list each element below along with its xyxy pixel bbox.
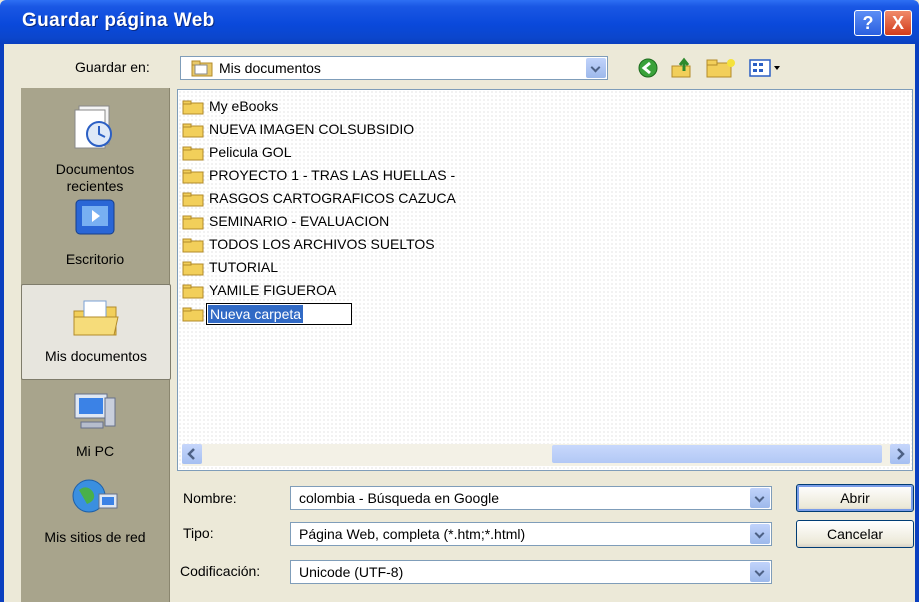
rename-selected-text: Nueva carpeta — [208, 305, 304, 323]
chevron-down-icon[interactable] — [750, 562, 770, 582]
folder-icon — [182, 100, 204, 115]
folder-name: My eBooks — [209, 98, 279, 114]
folder-name: RASGOS CARTOGRAFICOS CAZUCA — [209, 190, 456, 206]
title-bar[interactable]: Guardar página Web ? X — [0, 0, 919, 44]
place-recent-documents[interactable]: Documentos recientes — [21, 102, 169, 195]
folder-icon — [182, 123, 204, 138]
place-label: Mis documentos — [45, 348, 147, 364]
type-select[interactable]: Página Web, completa (*.htm;*.html) — [290, 522, 772, 546]
cancel-button[interactable]: Cancelar — [796, 520, 914, 548]
help-button[interactable]: ? — [854, 10, 882, 36]
folder-icon — [182, 261, 204, 276]
my-documents-icon — [22, 285, 170, 342]
up-folder-icon[interactable] — [670, 57, 692, 79]
name-input[interactable]: colombia - Búsqueda en Google — [290, 486, 772, 510]
my-computer-icon — [21, 388, 169, 437]
place-label: Documentos recientes — [55, 161, 135, 194]
scroll-left-button[interactable] — [182, 444, 202, 464]
place-my-computer[interactable]: Mi PC — [21, 388, 169, 459]
name-label: Nombre: — [183, 490, 237, 506]
save-in-dropdown[interactable]: Mis documentos — [180, 56, 608, 80]
chevron-down-icon[interactable] — [750, 524, 770, 544]
folder-name: TODOS LOS ARCHIVOS SUELTOS — [209, 236, 435, 252]
folder-icon — [182, 307, 204, 322]
window-frame-left — [0, 44, 4, 602]
view-menu-icon[interactable] — [748, 57, 782, 79]
place-network[interactable]: Mis sitios de red — [21, 474, 169, 545]
close-button[interactable]: X — [884, 10, 912, 36]
place-label: Mi PC — [75, 443, 115, 459]
encoding-value: Unicode (UTF-8) — [299, 564, 404, 580]
chevron-left-icon — [187, 448, 195, 460]
network-places-icon — [21, 474, 169, 523]
horizontal-scrollbar[interactable] — [182, 444, 910, 466]
window-frame-right — [915, 44, 919, 602]
save-in-label: Guardar en: — [75, 59, 150, 75]
folder-icon — [182, 284, 204, 299]
folder-icon — [182, 146, 204, 161]
chevron-right-icon — [897, 448, 905, 460]
scrollbar-thumb[interactable] — [552, 445, 882, 463]
place-label: Escritorio — [65, 251, 125, 267]
desktop-icon — [21, 196, 169, 245]
encoding-select[interactable]: Unicode (UTF-8) — [290, 560, 772, 584]
type-label: Tipo: — [183, 525, 214, 541]
back-icon[interactable] — [637, 57, 659, 79]
chevron-down-icon[interactable] — [750, 488, 770, 508]
folder-icon — [191, 60, 213, 80]
folder-name: Pelicula GOL — [209, 144, 292, 160]
save-in-value: Mis documentos — [219, 60, 321, 76]
folder-name: SEMINARIO - EVALUACION — [209, 213, 390, 229]
folder-name: PROYECTO 1 - TRAS LAS HUELLAS - — [209, 167, 456, 183]
encoding-label: Codificación: — [180, 563, 261, 579]
place-my-documents[interactable]: Mis documentos — [21, 284, 171, 380]
place-label: Mis sitios de red — [44, 529, 146, 545]
places-bar: Documentos recientes Escritorio Mis docu… — [21, 88, 171, 602]
folder-icon — [182, 238, 204, 253]
folder-icon — [182, 192, 204, 207]
folder-icon — [182, 215, 204, 230]
dialog-title: Guardar página Web — [22, 10, 215, 31]
type-value: Página Web, completa (*.htm;*.html) — [299, 526, 526, 542]
scroll-right-button[interactable] — [890, 444, 910, 464]
place-desktop[interactable]: Escritorio — [21, 196, 169, 267]
recent-documents-icon — [21, 102, 169, 155]
rename-input[interactable]: Nueva carpeta — [206, 303, 352, 325]
name-value: colombia - Búsqueda en Google — [299, 490, 500, 506]
folder-icon — [182, 169, 204, 184]
file-list[interactable]: My eBooks NUEVA IMAGEN COLSUBSIDIO Pelic… — [177, 89, 913, 471]
chevron-down-icon[interactable] — [586, 58, 606, 78]
folder-name: TUTORIAL — [209, 259, 278, 275]
folder-name: NUEVA IMAGEN COLSUBSIDIO — [209, 121, 415, 137]
folder-name: YAMILE FIGUEROA — [209, 282, 337, 298]
new-folder-icon[interactable] — [705, 57, 739, 79]
open-button[interactable]: Abrir — [796, 484, 914, 512]
